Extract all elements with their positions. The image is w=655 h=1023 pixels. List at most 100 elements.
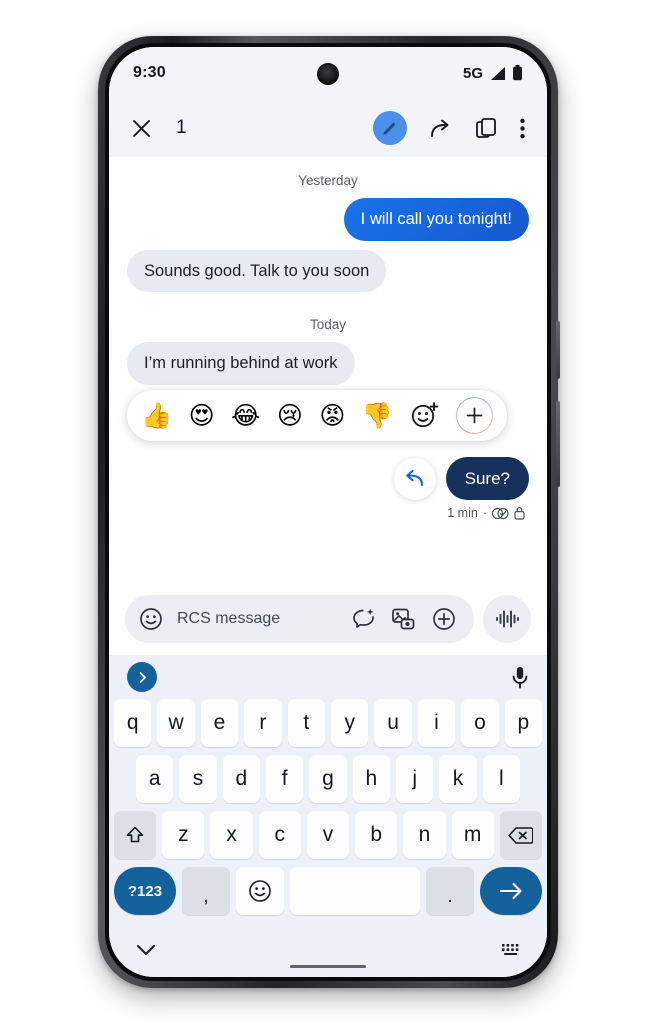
emoji-plus-icon[interactable] [410, 401, 440, 429]
chevron-down-icon[interactable] [135, 943, 157, 957]
message-row[interactable]: I’m running behind at work [109, 342, 547, 385]
compose-input-pill[interactable]: RCS message [125, 595, 474, 643]
suggestion-strip [109, 655, 547, 699]
network-type-label: 5G [462, 64, 483, 82]
key-b[interactable]: b [355, 811, 398, 859]
key-p[interactable]: p [504, 699, 543, 747]
chevron-right-icon[interactable] [127, 662, 157, 692]
keyboard-row-4: ?123 , . [109, 867, 547, 923]
message-row[interactable]: Sounds good. Talk to you soon [109, 249, 547, 293]
power-button[interactable] [556, 321, 560, 379]
key-q[interactable]: q [113, 699, 152, 747]
plus-circle-icon[interactable] [456, 397, 493, 434]
magic-compose-icon[interactable] [351, 607, 375, 631]
day-separator-yesterday: Yesterday [298, 173, 358, 188]
key-h[interactable]: h [352, 755, 390, 803]
send-arrow-icon[interactable] [480, 867, 542, 915]
front-camera-icon [317, 63, 339, 85]
volume-button[interactable] [556, 401, 560, 487]
message-bubble-selected[interactable]: Sure? [445, 456, 529, 501]
key-y[interactable]: y [331, 699, 369, 747]
key-m[interactable]: m [451, 811, 494, 859]
message-timestamp: 1 min [447, 506, 478, 521]
keyboard-bottom-bar [109, 923, 547, 977]
status-time: 9:30 [133, 64, 166, 81]
reaction-thumbs-down[interactable]: 👎 [362, 403, 393, 428]
key-s[interactable]: s [179, 755, 217, 803]
screenshot-stage: 9:30 5G 1 Yesterday I will call you toni… [0, 0, 655, 1023]
selection-action-bar: 1 [109, 99, 547, 157]
backspace-icon[interactable] [499, 811, 542, 859]
key-f[interactable]: f [266, 755, 304, 803]
reaction-picker-wrapper: 👍 😍 😂 😢 😡 👎 [109, 389, 547, 441]
rcs-delivered-icon [492, 507, 509, 520]
day-separator-today: Today [309, 317, 347, 333]
key-space[interactable] [290, 867, 420, 915]
audio-waveform-icon[interactable] [483, 595, 531, 643]
phone-screen: 9:30 5G 1 Yesterday I will call you toni… [109, 47, 547, 977]
signal-bars-icon [489, 66, 506, 81]
reaction-angry[interactable]: 😡 [319, 403, 345, 428]
lock-icon [514, 506, 525, 520]
reaction-cry[interactable]: 😢 [277, 403, 303, 428]
message-bubble-outgoing[interactable]: I will call you tonight! [343, 198, 529, 241]
key-j[interactable]: j [395, 755, 434, 803]
key-i[interactable]: i [417, 699, 456, 747]
key-u[interactable]: u [374, 699, 412, 747]
message-bubble-incoming[interactable]: Sounds good. Talk to you soon [127, 249, 387, 293]
reaction-thumbs-up[interactable]: 👍 [141, 403, 172, 428]
key-period[interactable]: . [426, 867, 474, 915]
keyboard-row-3: z x c v b n m [109, 811, 547, 867]
microphone-icon[interactable] [511, 666, 529, 689]
key-d[interactable]: d [222, 755, 260, 803]
key-x[interactable]: x [210, 811, 253, 859]
plus-circle-icon[interactable] [432, 607, 456, 631]
selection-count: 1 [176, 117, 187, 138]
conversation-thread[interactable]: Yesterday I will call you tonight! Sound… [109, 157, 547, 587]
more-vertical-icon[interactable] [520, 118, 525, 139]
keyboard-switch-icon[interactable] [501, 942, 521, 958]
selected-message-row[interactable]: Sure? [109, 456, 547, 501]
home-indicator[interactable] [290, 964, 366, 968]
keyboard-row-2: a s d f g h j k l [109, 755, 547, 811]
message-status-meta: 1 min · [109, 500, 547, 520]
key-a[interactable]: a [136, 755, 174, 803]
phone-frame: 9:30 5G 1 Yesterday I will call you toni… [98, 36, 560, 988]
key-g[interactable]: g [309, 755, 347, 803]
message-row[interactable]: I will call you tonight! [109, 198, 547, 241]
meta-separator: · [482, 506, 487, 521]
on-screen-keyboard: q w e r t y u i o p a s d f g h j k l z … [109, 655, 547, 977]
smiley-icon[interactable] [236, 867, 284, 915]
gallery-camera-icon[interactable] [391, 607, 416, 631]
key-comma[interactable]: , [182, 867, 230, 915]
copy-icon[interactable] [475, 117, 498, 140]
key-v[interactable]: v [306, 811, 350, 859]
reaction-joy[interactable]: 😂 [231, 403, 260, 428]
key-numbers[interactable]: ?123 [114, 867, 176, 915]
status-indicators: 5G [463, 65, 523, 82]
key-r[interactable]: r [244, 699, 282, 747]
key-l[interactable]: l [482, 755, 520, 803]
keyboard-row-1: q w e r t y u i o p [109, 699, 547, 755]
message-bubble-incoming[interactable]: I’m running behind at work [127, 342, 355, 385]
key-w[interactable]: w [157, 699, 195, 747]
key-z[interactable]: z [162, 811, 205, 859]
key-t[interactable]: t [287, 699, 325, 747]
key-e[interactable]: e [200, 699, 239, 747]
compose-placeholder[interactable]: RCS message [175, 610, 339, 628]
smiley-icon[interactable] [139, 607, 163, 631]
reaction-picker[interactable]: 👍 😍 😂 😢 😡 👎 [127, 389, 507, 441]
key-k[interactable]: k [439, 755, 477, 803]
reply-arrow-icon[interactable] [393, 457, 436, 500]
reaction-heart-eyes[interactable]: 😍 [189, 403, 215, 428]
key-n[interactable]: n [403, 811, 446, 859]
compose-bar: RCS message [109, 587, 547, 655]
status-bar: 9:30 5G [109, 47, 547, 99]
close-x-icon[interactable] [131, 118, 152, 139]
shift-icon[interactable] [114, 811, 157, 859]
key-o[interactable]: o [461, 699, 499, 747]
phone-bezel: 9:30 5G 1 Yesterday I will call you toni… [105, 43, 551, 981]
key-c[interactable]: c [258, 811, 301, 859]
forward-arrow-icon[interactable] [429, 117, 453, 139]
pencil-edit-icon[interactable] [373, 111, 407, 145]
